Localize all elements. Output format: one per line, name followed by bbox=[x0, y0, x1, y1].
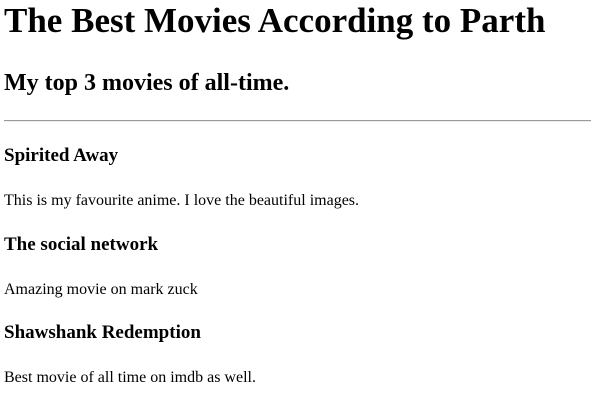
page-title: The Best Movies According to Parth bbox=[4, 1, 546, 40]
movie-description-shawshank-redemption: Best movie of all time on imdb as well. bbox=[4, 369, 256, 386]
movie-title-social-network: The social network bbox=[4, 234, 159, 255]
movie-description-social-network: Amazing movie on mark zuck bbox=[4, 281, 198, 298]
page: The Best Movies According to Parth My to… bbox=[0, 0, 591, 402]
movie-title-spirited-away: Spirited Away bbox=[4, 145, 119, 166]
horizontal-divider bbox=[4, 120, 591, 122]
page-subtitle: My top 3 movies of all-time. bbox=[4, 70, 290, 96]
movie-description-spirited-away: This is my favourite anime. I love the b… bbox=[4, 192, 360, 209]
movie-title-shawshank-redemption: Shawshank Redemption bbox=[4, 322, 201, 343]
